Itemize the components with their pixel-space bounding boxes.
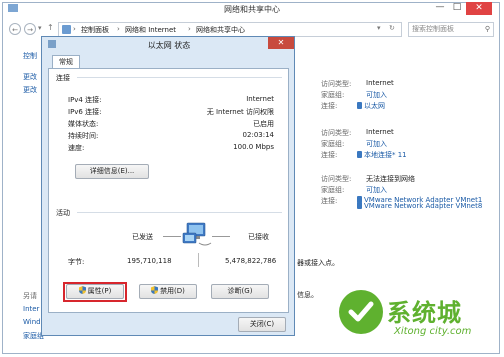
forward-icon[interactable]: → <box>24 23 36 35</box>
search-placeholder: 搜索控制面板 <box>412 25 454 33</box>
window-app-icon <box>8 4 18 12</box>
access-type-label: 访问类型: <box>321 175 352 183</box>
see-also-internet[interactable]: Inter <box>23 305 39 313</box>
ethernet-icon <box>357 102 362 109</box>
control-panel-icon <box>62 25 71 34</box>
diagnose-button[interactable]: 诊断(G) <box>211 284 269 299</box>
minimize-icon[interactable]: — <box>432 2 448 12</box>
address-bar[interactable]: › 控制面板 › 网络和 Internet › 网络和共享中心 ▾ ↻ <box>58 22 402 37</box>
homegroup-label: 家庭组: <box>321 91 345 99</box>
watermark-brand: 系统城 <box>387 299 462 327</box>
background-text-tail: 器或接入点。 <box>297 259 339 267</box>
maximize-icon[interactable]: □ <box>449 2 465 12</box>
breadcrumb-sep: › <box>73 25 76 33</box>
disable-button[interactable]: 禁用(D) <box>139 284 197 299</box>
watermark-url: Xitong city.com <box>394 326 472 337</box>
control-panel-window: 网络和共享中心 — □ ✕ ← → ▾ ↑ › 控制面板 › 网络和 Inter… <box>0 0 504 357</box>
connection-header: 连接 <box>56 74 70 82</box>
connection-link-vmnet8[interactable]: VMware Network Adapter VMnet8 <box>357 202 497 210</box>
breadcrumb-sep: › <box>117 25 120 33</box>
divider <box>77 77 282 78</box>
xitongcheng-logo <box>339 290 383 334</box>
homegroup-link[interactable]: 可加入 <box>366 90 387 100</box>
received-label: 已接收 <box>248 233 269 241</box>
ipv4-value: Internet <box>246 95 274 103</box>
search-input[interactable]: 搜索控制面板 ⚲ <box>408 22 494 37</box>
sent-line <box>163 236 181 237</box>
up-icon[interactable]: ↑ <box>47 23 54 32</box>
left-link-1[interactable]: 控制 <box>23 51 37 61</box>
homegroup-label: 家庭组: <box>321 186 345 194</box>
breadcrumb-network-internet[interactable]: 网络和 Internet <box>125 25 176 35</box>
received-line <box>212 236 230 237</box>
bytes-received-value: 5,478,822,786 <box>225 257 277 265</box>
background-text-tail: 信息。 <box>297 291 318 299</box>
refresh-icon[interactable]: ↻ <box>389 24 395 32</box>
duration-value: 02:03:14 <box>242 131 274 139</box>
ipv6-label: IPv6 连接: <box>68 108 102 116</box>
access-type-label: 访问类型: <box>321 129 352 137</box>
back-icon[interactable]: ← <box>9 23 21 35</box>
access-type-value: Internet <box>366 79 394 87</box>
ipv4-label: IPv4 连接: <box>68 96 102 104</box>
window-close-button[interactable]: ✕ <box>466 2 492 15</box>
dialog-close-icon[interactable]: ✕ <box>268 37 294 49</box>
network-activity-icon <box>182 222 212 246</box>
connection-label: 连接: <box>321 197 338 205</box>
close-button[interactable]: 关闭(C) <box>238 317 286 332</box>
tab-general[interactable]: 常规 <box>52 55 80 69</box>
connection-label: 连接: <box>321 151 338 159</box>
breadcrumb-sep: › <box>188 25 191 33</box>
connection-link-local[interactable]: 本地连接* 11 <box>357 150 407 160</box>
access-type-value: 无法连接到网络 <box>366 175 415 183</box>
address-dropdown-icon[interactable]: ▾ <box>377 24 381 32</box>
bytes-divider <box>198 253 199 267</box>
speed-value: 100.0 Mbps <box>233 143 274 151</box>
duration-label: 持续时间: <box>68 132 99 140</box>
recent-pages-icon[interactable]: ▾ <box>38 24 42 32</box>
window-title: 网络和共享中心 <box>224 5 280 14</box>
media-state-value: 已启用 <box>253 120 274 128</box>
bytes-label: 字节: <box>68 258 85 266</box>
network-icon <box>357 151 362 158</box>
breadcrumb-sharing-center[interactable]: 网络和共享中心 <box>196 25 245 35</box>
homegroup-link[interactable]: 可加入 <box>366 139 387 149</box>
uac-shield-icon <box>78 286 86 294</box>
access-type-value: Internet <box>366 128 394 136</box>
breadcrumb-control-panel[interactable]: 控制面板 <box>81 25 109 35</box>
sent-label: 已发送 <box>132 233 153 241</box>
activity-header: 活动 <box>56 209 70 217</box>
access-type-label: 访问类型: <box>321 80 352 88</box>
network-icon <box>357 202 362 209</box>
divider <box>77 212 282 213</box>
see-also-label: 另请 <box>23 292 37 300</box>
connection-label: 连接: <box>321 102 338 110</box>
ethernet-status-dialog: 以太网 状态 ✕ 常规 连接 IPv4 连接: Internet IPv6 连接… <box>41 36 295 336</box>
uac-shield-icon <box>151 286 159 294</box>
homegroup-label: 家庭组: <box>321 140 345 148</box>
media-state-label: 媒体状态: <box>68 120 99 128</box>
general-panel: 连接 IPv4 连接: Internet IPv6 连接: 无 Internet… <box>48 68 289 313</box>
details-button[interactable]: 详细信息(E)... <box>75 164 149 179</box>
dialog-title: 以太网 状态 <box>147 41 191 50</box>
left-link-3[interactable]: 更改 <box>23 85 37 95</box>
speed-label: 速度: <box>68 144 85 152</box>
left-link-2[interactable]: 更改 <box>23 72 37 82</box>
properties-button[interactable]: 属性(P) <box>66 284 124 299</box>
search-icon[interactable]: ⚲ <box>485 23 490 36</box>
ipv6-value: 无 Internet 访问权限 <box>206 108 274 116</box>
bytes-sent-value: 195,710,118 <box>127 257 172 265</box>
connection-link-ethernet[interactable]: 以太网 <box>357 101 385 111</box>
